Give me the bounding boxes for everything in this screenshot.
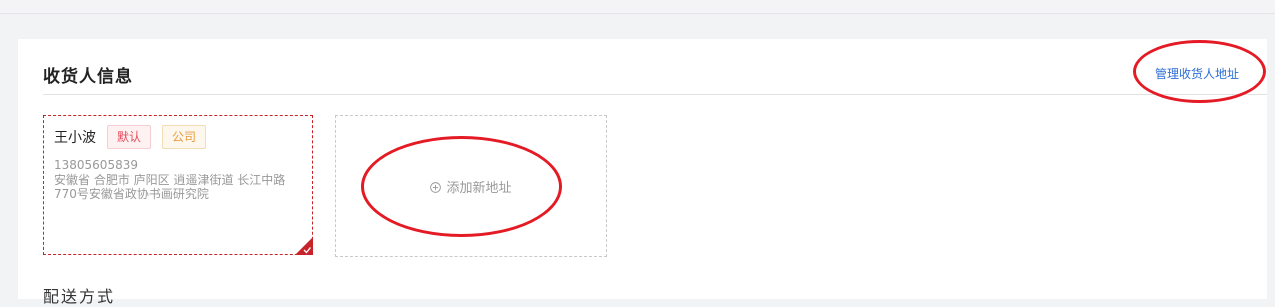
add-address-button[interactable]: 添加新地址 xyxy=(335,115,607,257)
consignee-panel: 收货人信息 管理收货人地址 王小波 默认 公司 13805605839 安徽省 … xyxy=(18,39,1267,306)
manage-address-link[interactable]: 管理收货人地址 xyxy=(1155,65,1239,82)
add-address-content: 添加新地址 xyxy=(336,177,606,196)
consignee-phone: 13805605839 xyxy=(54,158,138,172)
divider xyxy=(43,94,1267,95)
add-address-label: 添加新地址 xyxy=(446,181,512,196)
selected-check-icon xyxy=(295,237,313,255)
plus-circle-icon xyxy=(430,182,442,193)
top-strip xyxy=(0,0,1275,14)
delivery-method-heading: 配送方式 xyxy=(43,287,116,306)
company-tag: 公司 xyxy=(162,125,207,149)
consignee-address: 安徽省 合肥市 庐阳区 逍遥津街道 长江中路770号安徽省政协书画研究院 xyxy=(54,173,286,201)
consignee-name: 王小波 xyxy=(54,130,96,146)
section-title: 收货人信息 xyxy=(43,67,133,87)
address-card[interactable]: 王小波 默认 公司 13805605839 安徽省 合肥市 庐阳区 逍遥津街道 … xyxy=(43,115,313,255)
default-tag: 默认 xyxy=(107,125,152,149)
